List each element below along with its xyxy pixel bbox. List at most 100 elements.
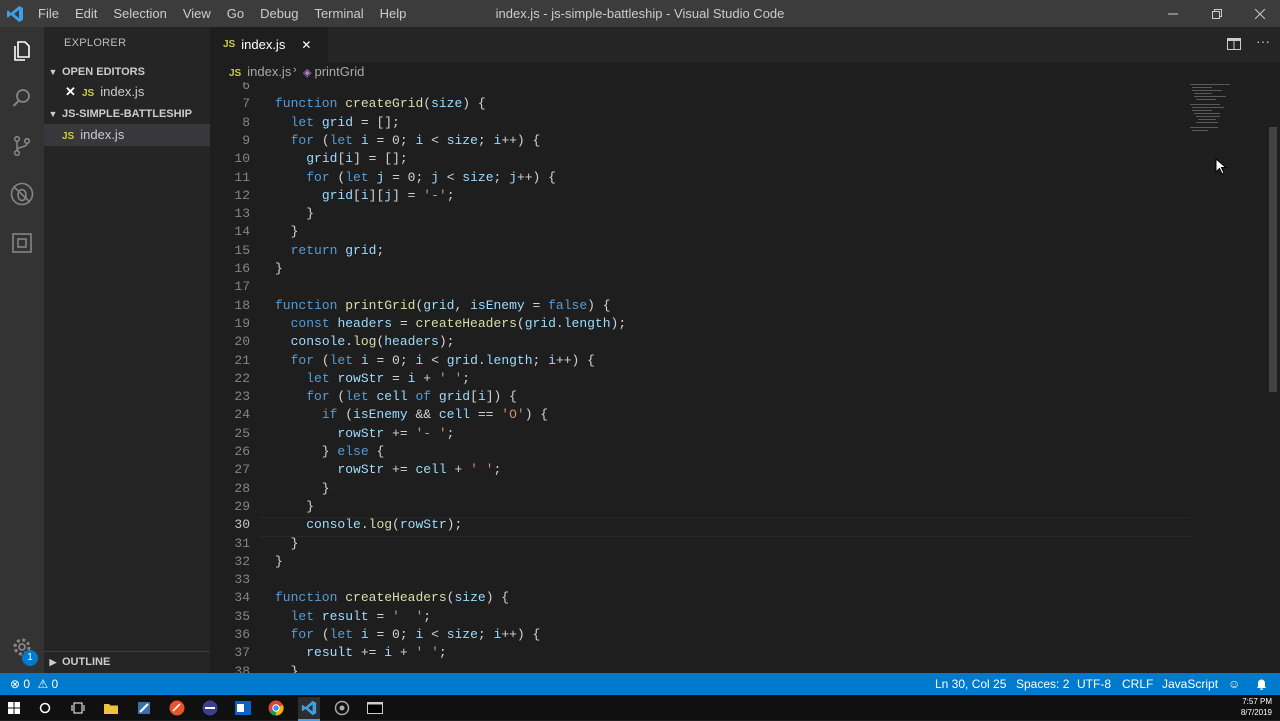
code-line[interactable]: 14 } bbox=[210, 224, 1280, 242]
code-line[interactable]: 23 for (let cell of grid[i]) { bbox=[210, 389, 1280, 407]
menu-debug[interactable]: Debug bbox=[252, 0, 306, 27]
breadcrumb-file[interactable]: JS index.js bbox=[229, 64, 291, 79]
line-number: 11 bbox=[234, 169, 250, 185]
code-line[interactable]: 19 const headers = createHeaders(grid.le… bbox=[210, 316, 1280, 334]
menu-view[interactable]: View bbox=[175, 0, 219, 27]
debug-button[interactable] bbox=[8, 180, 36, 208]
app-pinned-2[interactable] bbox=[166, 697, 188, 719]
split-editor-button[interactable] bbox=[1227, 37, 1243, 53]
problems-indicator[interactable]: ⊗ 0 ⚠ 0 bbox=[10, 673, 58, 695]
line-ending-setting[interactable]: CRLF bbox=[1122, 673, 1153, 695]
code-line[interactable]: 25 rowStr += '- '; bbox=[210, 426, 1280, 444]
code-text: console.log(rowStr); bbox=[306, 517, 463, 533]
search-button[interactable] bbox=[8, 84, 36, 112]
system-clock[interactable]: 7:57 PM 8/7/2019 bbox=[1241, 696, 1272, 718]
editor-scrollbar[interactable] bbox=[1266, 82, 1280, 673]
code-text: const headers = createHeaders(grid.lengt… bbox=[290, 315, 627, 331]
terminal-app[interactable] bbox=[364, 697, 386, 719]
code-line[interactable]: 17 bbox=[210, 279, 1280, 297]
menu-file[interactable]: File bbox=[30, 0, 67, 27]
app-pinned-3[interactable] bbox=[199, 697, 221, 719]
open-editor-item[interactable]: ✕ JS index.js bbox=[44, 81, 210, 103]
close-tab-icon[interactable]: ✕ bbox=[301, 38, 311, 52]
code-line[interactable]: 13 } bbox=[210, 206, 1280, 224]
scrollbar-thumb[interactable] bbox=[1269, 127, 1277, 392]
code-line[interactable]: 12 grid[i][j] = '-'; bbox=[210, 188, 1280, 206]
feedback-button[interactable]: ☺ bbox=[1228, 673, 1240, 695]
code-text: if (isEnemy && cell == 'O') { bbox=[321, 407, 549, 423]
menu-terminal[interactable]: Terminal bbox=[306, 0, 371, 27]
code-line[interactable]: 8 let grid = []; bbox=[210, 115, 1280, 133]
code-line[interactable]: 31 } bbox=[210, 536, 1280, 554]
code-line[interactable]: 20 console.log(headers); bbox=[210, 334, 1280, 352]
code-line[interactable]: 11 for (let j = 0; j < size; j++) { bbox=[210, 170, 1280, 188]
task-view-button[interactable] bbox=[67, 697, 89, 719]
menu-help[interactable]: Help bbox=[372, 0, 415, 27]
line-number: 23 bbox=[234, 389, 250, 405]
code-line[interactable]: 24 if (isEnemy && cell == 'O') { bbox=[210, 407, 1280, 425]
code-line[interactable]: 9 for (let i = 0; i < size; i++) { bbox=[210, 133, 1280, 151]
code-line[interactable]: 38 } bbox=[210, 664, 1280, 673]
explorer-sidebar: EXPLORER ▼ OPEN EDITORS ✕ JS index.js ▼ JS-… bbox=[44, 27, 210, 673]
close-window-button[interactable] bbox=[1238, 0, 1280, 27]
menu-go[interactable]: Go bbox=[219, 0, 252, 27]
more-actions-button[interactable]: ··· bbox=[1256, 33, 1270, 49]
menu-edit[interactable]: Edit bbox=[67, 0, 105, 27]
code-line[interactable]: 32} bbox=[210, 554, 1280, 572]
code-line[interactable]: 6 bbox=[210, 82, 1280, 96]
line-number: 28 bbox=[234, 480, 250, 496]
code-line[interactable]: 15 return grid; bbox=[210, 243, 1280, 261]
project-folder-header[interactable]: ▼ JS-SIMPLE-BATTLESHIP bbox=[44, 104, 210, 124]
code-line[interactable]: 10 grid[i] = []; bbox=[210, 151, 1280, 169]
chrome-app[interactable] bbox=[265, 697, 287, 719]
code-line[interactable]: 7 function createGrid(size) { bbox=[210, 96, 1280, 114]
code-line[interactable]: 33 bbox=[210, 572, 1280, 590]
status-bar: ⊗ 0 ⚠ 0 Ln 30, Col 25 Spaces: 2 UTF-8 CR… bbox=[0, 673, 1280, 695]
code-line[interactable]: 22 let rowStr = i + ' '; bbox=[210, 371, 1280, 389]
menu-selection[interactable]: Selection bbox=[105, 0, 174, 27]
code-line[interactable]: 34 function createHeaders(size) { bbox=[210, 590, 1280, 608]
breadcrumb-symbol[interactable]: ◈ printGrid bbox=[303, 64, 364, 79]
code-line[interactable]: 35 let result = ' '; bbox=[210, 609, 1280, 627]
extensions-button[interactable] bbox=[8, 229, 36, 257]
code-line[interactable]: 16} bbox=[210, 261, 1280, 279]
code-line[interactable]: 18 function printGrid(grid, isEnemy = fal… bbox=[210, 298, 1280, 316]
code-line[interactable]: 29 } bbox=[210, 499, 1280, 517]
language-mode[interactable]: JavaScript bbox=[1162, 673, 1218, 695]
close-editor-icon[interactable]: ✕ bbox=[65, 81, 76, 103]
code-line[interactable]: 28 } bbox=[210, 481, 1280, 499]
tab-label: index.js bbox=[241, 37, 286, 52]
code-text: } bbox=[275, 224, 299, 240]
app-pinned-1[interactable] bbox=[133, 697, 155, 719]
editor-tab-bar: JS index.js ✕ ··· bbox=[210, 27, 1280, 62]
source-control-button[interactable] bbox=[8, 132, 36, 160]
restore-button[interactable] bbox=[1195, 0, 1239, 27]
outline-header[interactable]: ▶ OUTLINE bbox=[44, 651, 210, 672]
start-button[interactable] bbox=[3, 697, 25, 719]
code-line[interactable]: 37 result += i + ' '; bbox=[210, 645, 1280, 663]
warning-icon: ⚠ bbox=[37, 677, 49, 691]
outlook-app[interactable] bbox=[232, 697, 254, 719]
encoding-setting[interactable]: UTF-8 bbox=[1077, 673, 1111, 695]
file-tree-item[interactable]: JS index.js bbox=[44, 124, 210, 146]
cursor-position[interactable]: Ln 30, Col 25 bbox=[935, 673, 1006, 695]
code-line[interactable]: 30 console.log(rowStr); bbox=[210, 517, 1280, 538]
explorer-button[interactable] bbox=[8, 37, 36, 65]
code-line[interactable]: 27 rowStr += cell + ' '; bbox=[210, 462, 1280, 480]
code-line[interactable]: 36 for (let i = 0; i < size; i++) { bbox=[210, 627, 1280, 645]
app-pinned-4[interactable] bbox=[331, 697, 353, 719]
vscode-app[interactable] bbox=[298, 697, 320, 721]
open-editors-header[interactable]: ▼ OPEN EDITORS bbox=[44, 62, 210, 82]
tab-index-js[interactable]: JS index.js ✕ bbox=[210, 27, 328, 62]
code-editor[interactable]: 6 7 function createGrid(size) {8 let grid … bbox=[210, 82, 1280, 673]
chevron-down-icon: ▼ bbox=[48, 67, 58, 77]
indentation-setting[interactable]: Spaces: 2 bbox=[1016, 673, 1069, 695]
code-line[interactable]: 21 for (let i = 0; i < grid.length; i++)… bbox=[210, 353, 1280, 371]
code-line[interactable]: 26 } else { bbox=[210, 444, 1280, 462]
file-explorer-app[interactable] bbox=[100, 697, 122, 719]
taskbar-search-button[interactable] bbox=[34, 697, 56, 719]
notifications-button[interactable] bbox=[1256, 673, 1267, 697]
minimize-button[interactable] bbox=[1151, 0, 1195, 27]
breadcrumb-symbol-label: printGrid bbox=[314, 64, 365, 79]
code-text: } else { bbox=[275, 444, 385, 459]
